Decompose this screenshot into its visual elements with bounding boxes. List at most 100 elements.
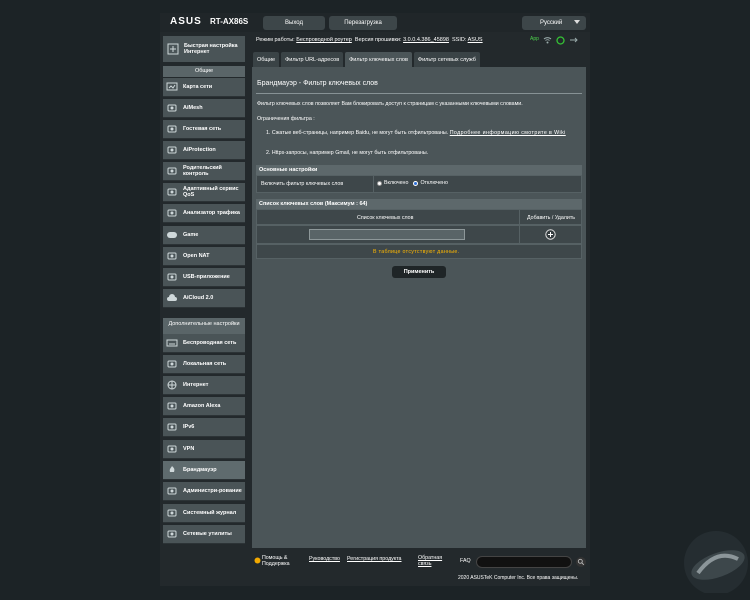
sidebar-item-gamepad[interactable]: Game bbox=[163, 226, 245, 245]
sidebar-item-open-nat[interactable]: Open NAT bbox=[163, 247, 245, 266]
firmware-link[interactable]: 3.0.0.4.386_45898 bbox=[403, 37, 449, 43]
tab-general[interactable]: Общие bbox=[253, 52, 280, 67]
sidebar-item-network-tools[interactable]: Сетевые утилиты bbox=[163, 525, 245, 544]
aiprotection-icon bbox=[166, 145, 178, 155]
feedback-link[interactable]: Обратная связь bbox=[418, 555, 450, 567]
faq-label: FAQ bbox=[460, 558, 471, 564]
reboot-button[interactable]: Перезагрузка bbox=[329, 16, 397, 30]
faq-search-input[interactable] bbox=[476, 556, 572, 568]
limits-title: Ограничения фильтра : bbox=[257, 116, 315, 122]
empty-table-text: В таблице отсутствуют данные. bbox=[373, 249, 460, 255]
sidebar-item-cloud[interactable]: AiCloud 2.0 bbox=[163, 289, 245, 308]
usb-status-icon[interactable] bbox=[569, 36, 578, 47]
sidebar-item-aimesh[interactable]: AiMesh bbox=[163, 99, 245, 118]
sidebar-item-label: USB-приложение bbox=[183, 274, 230, 280]
admin-icon bbox=[166, 486, 178, 496]
faq-search-button[interactable] bbox=[576, 557, 586, 567]
sidebar-item-admin[interactable]: Администри-рование bbox=[163, 482, 245, 501]
tab-url-filter[interactable]: Фильтр URL-адресов bbox=[281, 52, 344, 67]
network-tools-icon bbox=[166, 529, 178, 539]
sidebar-item-parental-control[interactable]: Родительский контроль bbox=[163, 162, 245, 181]
sidebar-item-label: Гостевая сеть bbox=[183, 126, 222, 132]
keyword-input-row bbox=[256, 225, 582, 244]
sidebar-item-label: Родительский контроль bbox=[183, 165, 222, 177]
sidebar-item-aiprotection[interactable]: AiProtection bbox=[163, 141, 245, 160]
main-panel bbox=[252, 67, 586, 548]
enable-off-label: Отключено bbox=[420, 180, 448, 186]
empty-table-row: В таблице отсутствуют данные. bbox=[256, 244, 582, 259]
enable-off-radio[interactable] bbox=[413, 180, 419, 186]
quick-setup-icon bbox=[167, 43, 179, 55]
tab-service-filter[interactable]: Фильтр сетевых служб bbox=[413, 52, 480, 67]
wiki-link[interactable]: Подробнее информацию смотрите в Wiki bbox=[450, 130, 566, 136]
sidebar-item-label: Open NAT bbox=[183, 253, 210, 259]
keyword-list-columns: Список ключевых слов Добавить / Удалить bbox=[256, 209, 582, 225]
internet-status-icon[interactable] bbox=[556, 36, 565, 47]
firmware-label: Версия прошивки: bbox=[354, 37, 402, 43]
status-icons: App bbox=[530, 36, 578, 47]
firewall-icon bbox=[166, 465, 178, 475]
vpn-icon bbox=[166, 444, 178, 454]
manual-link[interactable]: Руководство bbox=[309, 556, 340, 562]
quick-internet-setup[interactable]: Быстрая настройка Интернет bbox=[163, 36, 245, 62]
add-circle-icon bbox=[545, 229, 556, 240]
sidebar-item-usb[interactable]: USB-приложение bbox=[163, 268, 245, 287]
sidebar-item-label: Анализатор трафика bbox=[183, 210, 240, 216]
help-support-link[interactable]: Помощь & Поддержка bbox=[262, 555, 300, 567]
apply-button[interactable]: Применить bbox=[392, 266, 446, 278]
sidebar-item-firewall[interactable]: Брандмауэр bbox=[163, 461, 245, 480]
limit-2: 2. Https-запросы, например Gmail, не мог… bbox=[266, 150, 429, 156]
sidebar-item-label: AiMesh bbox=[183, 105, 203, 111]
sidebar-item-label: Локальная сеть bbox=[183, 361, 227, 367]
title-divider bbox=[256, 93, 582, 94]
search-icon bbox=[577, 558, 585, 566]
sidebar-item-alexa[interactable]: Amazon Alexa bbox=[163, 397, 245, 416]
page-title: Брандмауэр - Фильтр ключевых слов bbox=[257, 80, 378, 87]
sidebar-item-qos[interactable]: Адаптивный сервис QoS bbox=[163, 183, 245, 202]
language-value: Русский bbox=[540, 20, 563, 26]
app-status[interactable]: App bbox=[530, 36, 539, 47]
tab-keyword-filter[interactable]: Фильтр ключевых слов bbox=[345, 52, 412, 67]
help-icon bbox=[254, 557, 261, 566]
enable-on-radio[interactable] bbox=[377, 180, 382, 186]
sidebar-item-ipv6[interactable]: IPv6 bbox=[163, 418, 245, 437]
ssid-link[interactable]: ASUS bbox=[468, 37, 483, 43]
sidebar-item-label: Карта сети bbox=[183, 84, 213, 90]
sidebar-item-label: Amazon Alexa bbox=[183, 403, 221, 409]
enable-filter-row: Включить фильтр ключевых слов Включено О… bbox=[256, 175, 582, 193]
sidebar-item-vpn[interactable]: VPN bbox=[163, 440, 245, 459]
status-line: Режим работы: Беспроводной роутер Версия… bbox=[256, 37, 483, 43]
keyword-input[interactable] bbox=[309, 229, 465, 240]
sidebar-item-system-log[interactable]: Системный журнал bbox=[163, 504, 245, 523]
sidebar-item-guest-network[interactable]: Гостевая сеть bbox=[163, 120, 245, 139]
sidebar-item-traffic-analyzer[interactable]: Анализатор трафика bbox=[163, 204, 245, 223]
wifi-icon bbox=[166, 338, 178, 348]
firewall-tabs: Общие Фильтр URL-адресов Фильтр ключевых с… bbox=[253, 52, 480, 67]
keyword-column-header: Список ключевых слов bbox=[357, 215, 414, 221]
sidebar-item-network-map[interactable]: Карта сети bbox=[163, 78, 245, 97]
sidebar-item-label: Интернет bbox=[183, 382, 209, 388]
keyword-list-header: Список ключевых слов (Максимум : 64) bbox=[256, 199, 582, 209]
parental-control-icon bbox=[166, 166, 178, 176]
sidebar-item-globe[interactable]: Интернет bbox=[163, 376, 245, 395]
sidebar-item-wifi[interactable]: Беспроводная сеть bbox=[163, 334, 245, 353]
cloud-icon bbox=[166, 293, 178, 303]
usb-icon bbox=[166, 272, 178, 282]
sidebar-item-label: Беспроводная сеть bbox=[183, 340, 237, 346]
limit-1: 1. Сжатые веб-страницы, например Baidu, … bbox=[266, 130, 566, 136]
limit-1-text: 1. Сжатые веб-страницы, например Baidu, … bbox=[266, 130, 449, 136]
add-keyword-button[interactable] bbox=[545, 229, 556, 242]
globe-icon bbox=[166, 380, 178, 390]
asus-logo[interactable]: ASUS bbox=[170, 16, 202, 27]
quick-setup-label: Быстрая настройка Интернет bbox=[184, 43, 238, 55]
sidebar-item-lan[interactable]: Локальная сеть bbox=[163, 355, 245, 374]
sidebar-item-label: Адаптивный сервис QoS bbox=[183, 186, 239, 198]
lan-icon bbox=[166, 359, 178, 369]
register-link[interactable]: Регистрация продукта bbox=[347, 556, 402, 562]
language-select[interactable]: Русский bbox=[522, 16, 586, 30]
mode-link[interactable]: Беспроводной роутер bbox=[296, 37, 352, 43]
general-section-title: Общие bbox=[163, 66, 245, 77]
network-map-icon bbox=[166, 82, 178, 92]
wifi-status-icon[interactable] bbox=[543, 36, 552, 47]
logout-button[interactable]: Выход bbox=[263, 16, 325, 30]
